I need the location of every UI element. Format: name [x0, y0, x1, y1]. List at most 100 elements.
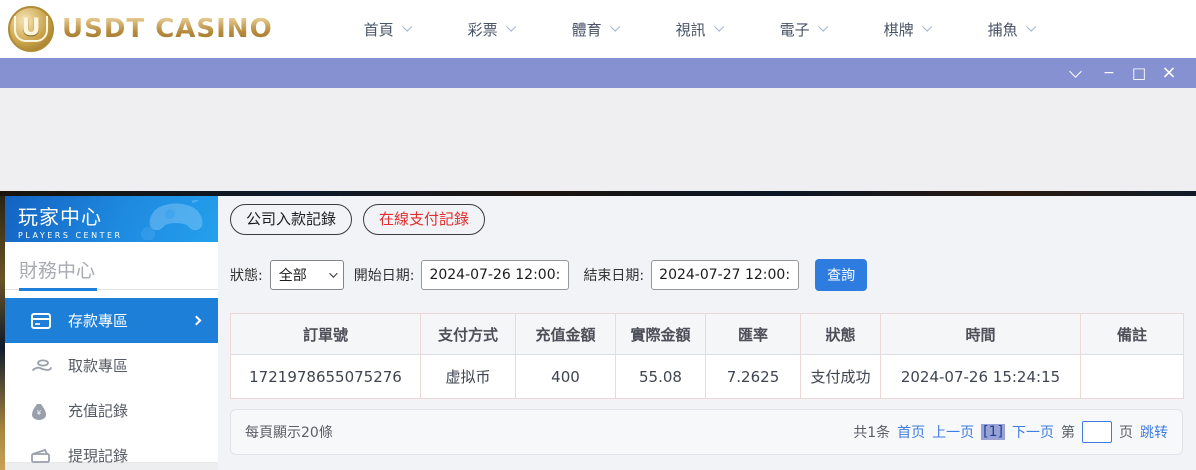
jump-suffix-label: 页: [1119, 422, 1133, 442]
current-page-indicator: [1]: [981, 424, 1005, 440]
status-select[interactable]: 全部: [270, 260, 344, 290]
window-titlebar: − □ ×: [0, 58, 1196, 88]
table-row: 1721978655075276 虚拟币 400 55.08 7.2625 支付…: [231, 355, 1184, 399]
nav-label: 棋牌: [884, 19, 914, 40]
nav-label: 首頁: [364, 19, 394, 40]
jump-prefix-label: 第: [1061, 422, 1075, 442]
logo-monogram: U: [14, 16, 48, 42]
chevron-right-icon: [192, 316, 202, 326]
next-page-link[interactable]: 下一页: [1012, 422, 1054, 442]
logo-coin-icon: U: [8, 6, 54, 52]
hand-money-icon: [31, 356, 53, 376]
cell-time: 2024-07-26 15:24:15: [881, 355, 1081, 399]
table-header-row: 訂單號 支付方式 充值金額 實際金額 匯率 狀態 時間 備註: [231, 314, 1184, 355]
cell-order-number: 1721978655075276: [231, 355, 421, 399]
col-exchange-rate: 匯率: [706, 314, 801, 355]
cell-exchange-rate: 7.2625: [706, 355, 801, 399]
sidebar-item-withdraw-records[interactable]: 提現記錄: [5, 433, 218, 470]
cell-payment-method: 虚拟币: [421, 355, 516, 399]
status-label: 狀態:: [230, 265, 263, 285]
players-center-header: 玩家中心 PLAYERS CENTER: [5, 196, 218, 242]
pagination-controls: 共1条 首页 上一页 [1] 下一页 第 页 跳转: [853, 421, 1168, 443]
minimize-icon[interactable]: −: [1094, 58, 1124, 88]
nav-item-sports[interactable]: 體育: [543, 19, 647, 40]
sidebar-item-label: 取款專區: [68, 355, 128, 376]
chevron-down-icon: [402, 22, 412, 32]
nav-label: 體育: [572, 19, 602, 40]
page-jump-input[interactable]: [1082, 421, 1112, 443]
site-logo[interactable]: U USDT CASINO: [8, 6, 273, 52]
cell-remark: [1081, 355, 1184, 399]
logo-text: USDT CASINO: [62, 14, 273, 44]
main-area: 玩家中心 PLAYERS CENTER 財務中心: [0, 196, 1196, 470]
record-tabs: 公司入款記錄 在線支付記錄: [230, 204, 1184, 235]
end-date-input[interactable]: [651, 260, 799, 290]
sidebar-item-label: 充值記錄: [68, 400, 128, 421]
col-status: 狀態: [801, 314, 881, 355]
nav-item-lottery[interactable]: 彩票: [439, 19, 543, 40]
cell-recharge-amount: 400: [516, 355, 616, 399]
bank-card-icon: [31, 311, 53, 331]
tab-online-payment-records[interactable]: 在線支付記錄: [363, 204, 485, 235]
start-date-input[interactable]: [421, 260, 569, 290]
nav-item-cards[interactable]: 棋牌: [855, 19, 959, 40]
sidebar-item-withdraw-zone[interactable]: 取款專區: [5, 343, 218, 388]
start-date-label: 開始日期:: [354, 265, 415, 285]
records-table: 訂單號 支付方式 充值金額 實際金額 匯率 狀態 時間 備註 172197865…: [230, 313, 1184, 399]
chevron-down-icon: [818, 22, 828, 32]
nav-item-home[interactable]: 首頁: [335, 19, 439, 40]
cell-actual-amount: 55.08: [616, 355, 706, 399]
col-payment-method: 支付方式: [421, 314, 516, 355]
gamepad-icon: [134, 200, 208, 240]
nav-item-fishing[interactable]: 捕魚: [959, 19, 1063, 40]
col-recharge-amount: 充值金額: [516, 314, 616, 355]
search-button[interactable]: 查詢: [815, 259, 867, 291]
sidebar-item-deposit-zone[interactable]: 存款專區: [5, 298, 218, 343]
filter-bar: 狀態: 全部 開始日期: 結束日期: 查詢: [230, 259, 1184, 291]
money-bag-icon: ¥: [31, 401, 53, 421]
cell-status: 支付成功: [801, 355, 881, 399]
nav-item-slots[interactable]: 電子: [751, 19, 855, 40]
wallet-cash-icon: [31, 446, 53, 466]
players-center-sidebar: 玩家中心 PLAYERS CENTER 財務中心: [5, 196, 218, 462]
nav-label: 彩票: [468, 19, 498, 40]
chevron-down-icon: [1026, 22, 1036, 32]
close-icon[interactable]: ×: [1154, 58, 1184, 88]
chevron-down-icon: [329, 269, 337, 277]
svg-text:¥: ¥: [37, 409, 42, 417]
total-count-text: 共1条: [853, 422, 890, 442]
sidebar-item-recharge-records[interactable]: ¥ 充值記錄: [5, 388, 218, 433]
pagination-bar: 每頁顯示20條 共1条 首页 上一页 [1] 下一页 第 页 跳转: [230, 409, 1183, 455]
nav-item-live[interactable]: 視訊: [647, 19, 751, 40]
empty-band: [0, 88, 1196, 191]
sidebar-item-label: 提現記錄: [68, 445, 128, 466]
jump-button[interactable]: 跳转: [1140, 422, 1168, 442]
chevron-down-icon: [506, 22, 516, 32]
col-remark: 備註: [1081, 314, 1184, 355]
col-actual-amount: 實際金額: [616, 314, 706, 355]
casino-window: U USDT CASINO 首頁 彩票 體育 視訊 電子: [0, 0, 1196, 470]
section-underline: [19, 288, 97, 291]
col-order-number: 訂單號: [231, 314, 421, 355]
status-select-value: 全部: [279, 265, 307, 285]
col-time: 時間: [881, 314, 1081, 355]
sidebar-menu: 存款專區 取款專區 ¥ 充值記錄: [5, 298, 218, 470]
end-date-label: 結束日期:: [583, 265, 644, 285]
chevron-down-icon: [922, 22, 932, 32]
tab-company-deposit-records[interactable]: 公司入款記錄: [230, 204, 352, 235]
chevron-down-icon: [610, 22, 620, 32]
finance-center-label: 財務中心: [19, 260, 95, 282]
main-menu: 首頁 彩票 體育 視訊 電子 棋牌: [335, 19, 1063, 40]
top-nav: U USDT CASINO 首頁 彩票 體育 視訊 電子: [0, 0, 1196, 58]
prev-page-link[interactable]: 上一页: [932, 422, 974, 442]
maximize-icon[interactable]: □: [1124, 58, 1154, 88]
records-panel: 公司入款記錄 在線支付記錄 狀態: 全部 開始日期: 結束日期: 查詢: [218, 196, 1196, 470]
sidebar-item-label: 存款專區: [68, 310, 128, 331]
window-chevron-down-icon[interactable]: [1069, 65, 1082, 78]
first-page-link[interactable]: 首页: [897, 422, 925, 442]
finance-center-section: 財務中心: [5, 242, 218, 290]
chevron-down-icon: [714, 22, 724, 32]
nav-label: 視訊: [676, 19, 706, 40]
nav-label: 電子: [780, 19, 810, 40]
nav-label: 捕魚: [988, 19, 1018, 40]
